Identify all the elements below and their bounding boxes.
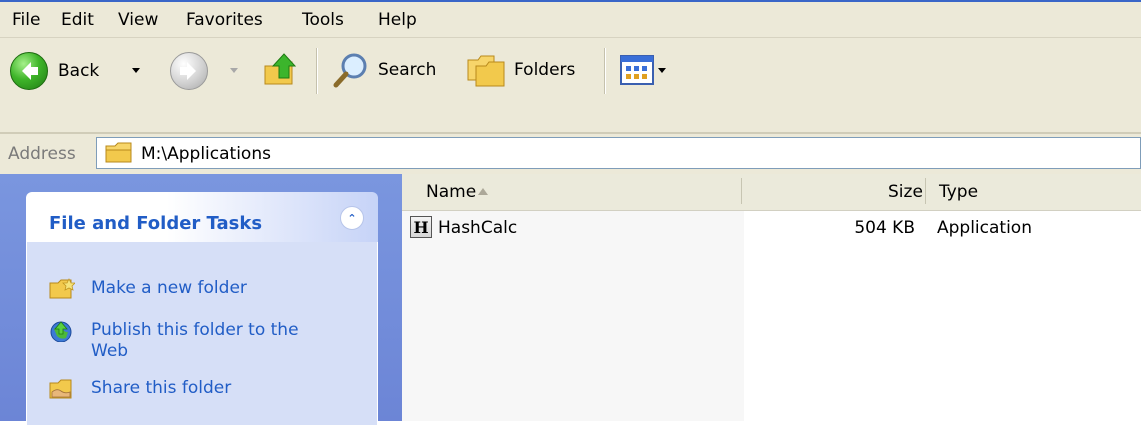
task-panel-header[interactable]: File and Folder Tasks ⌃ [26, 192, 378, 242]
toolbar-separator [316, 48, 318, 94]
publish-web-icon [50, 321, 72, 342]
search-label: Search [378, 60, 437, 80]
task-share-folder[interactable]: Share this folder [49, 378, 231, 400]
column-divider[interactable] [925, 178, 926, 204]
folders-icon [467, 55, 505, 87]
column-header-bar: Name Size Type [402, 174, 1141, 211]
menu-favorites[interactable]: Favorites [186, 10, 263, 30]
application-icon: H [410, 216, 432, 238]
chevron-up-icon: ⌃ [347, 211, 357, 225]
menu-bar: File Edit View Favorites Tools Help [0, 0, 1141, 38]
menu-view[interactable]: View [118, 10, 158, 30]
file-size: 504 KB [854, 218, 915, 238]
chevron-down-icon [658, 67, 666, 73]
views-icon [620, 55, 654, 85]
address-field[interactable]: M:\Applications [96, 137, 1141, 169]
folders-label: Folders [514, 60, 576, 80]
new-folder-icon [49, 278, 75, 299]
search-icon [333, 53, 367, 88]
back-arrow-icon [10, 52, 48, 90]
task-pane: File and Folder Tasks ⌃ Make a new folde… [0, 174, 402, 426]
forward-arrow-icon [170, 52, 208, 90]
file-folder-tasks-panel: File and Folder Tasks ⌃ Make a new folde… [26, 192, 378, 426]
file-list: Name Size Type H HashCalc 504 KB Applica… [402, 174, 1141, 421]
search-button[interactable]: Search [332, 50, 436, 90]
column-divider[interactable] [741, 178, 742, 204]
file-name: HashCalc [438, 218, 518, 238]
toolbar: Back Search Folders [0, 38, 1141, 134]
forward-dropdown-button[interactable] [230, 68, 238, 73]
column-header-name[interactable]: Name [426, 182, 476, 202]
file-row-hashcalc[interactable]: H HashCalc 504 KB Application [402, 214, 1141, 242]
menu-file[interactable]: File [12, 10, 40, 30]
chevron-down-icon [230, 68, 238, 73]
folder-icon [105, 142, 132, 163]
up-folder-button[interactable] [262, 50, 302, 90]
task-panel-body: Make a new folder Publish this folder to… [26, 242, 378, 426]
back-label: Back [58, 61, 100, 81]
menu-edit[interactable]: Edit [61, 10, 94, 30]
up-folder-icon [264, 53, 297, 85]
sort-ascending-icon [478, 188, 488, 195]
task-label: Publish this folder to the Web [91, 320, 299, 361]
address-path: M:\Applications [141, 144, 271, 164]
menu-help[interactable]: Help [378, 10, 417, 30]
back-dropdown-button[interactable] [132, 68, 140, 73]
file-type: Application [937, 218, 1032, 238]
menu-tools[interactable]: Tools [302, 10, 344, 30]
folders-button[interactable]: Folders [466, 50, 575, 90]
views-button[interactable] [620, 54, 666, 86]
column-header-size[interactable]: Size [888, 182, 923, 202]
share-folder-icon [49, 379, 72, 399]
task-panel-title: File and Folder Tasks [49, 213, 263, 234]
forward-button[interactable] [170, 52, 208, 90]
address-bar: Address M:\Applications [0, 134, 1141, 174]
column-header-type[interactable]: Type [939, 182, 978, 202]
address-label: Address [8, 144, 76, 164]
chevron-down-icon [132, 68, 140, 73]
task-label: Make a new folder [91, 278, 247, 298]
collapse-button[interactable]: ⌃ [340, 206, 364, 230]
back-button[interactable]: Back [10, 52, 99, 90]
task-label: Share this folder [91, 378, 232, 398]
task-publish-web[interactable]: Publish this folder to the Web [49, 320, 339, 362]
task-make-new-folder[interactable]: Make a new folder [49, 278, 247, 300]
toolbar-separator [604, 48, 606, 94]
